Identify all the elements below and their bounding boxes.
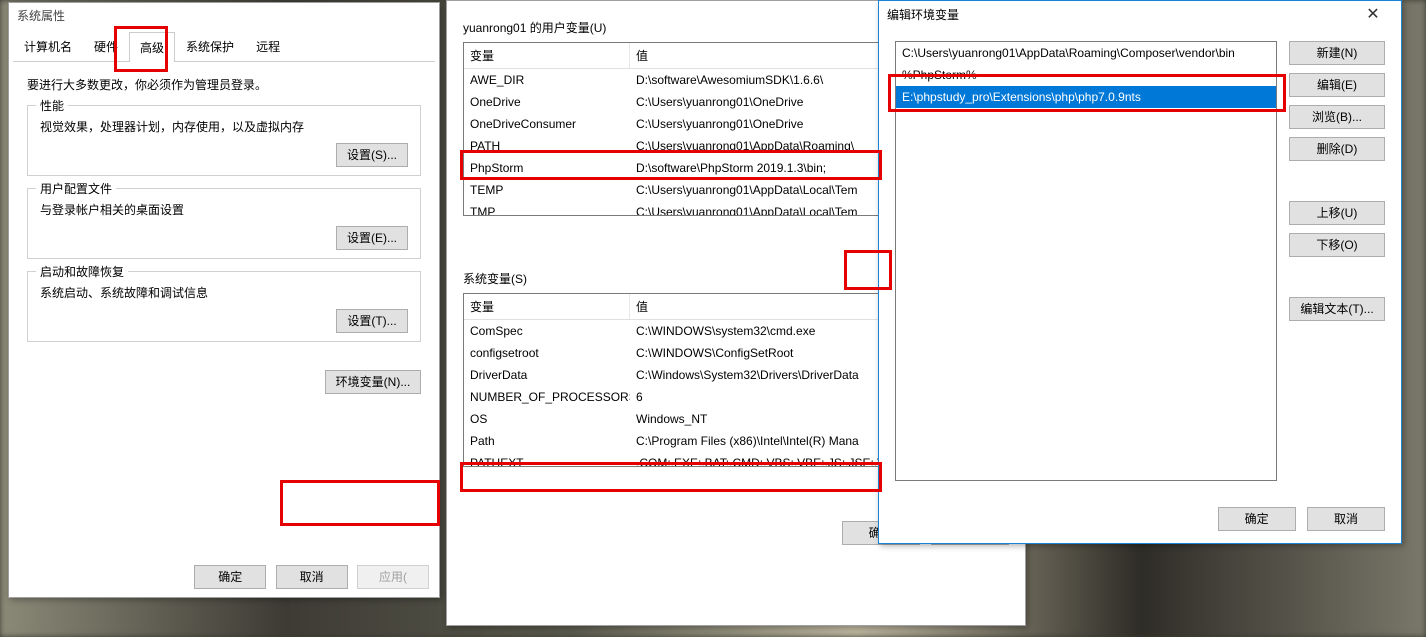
editpath-cancel-button[interactable]: 取消 bbox=[1307, 507, 1385, 531]
perf-desc: 视觉效果，处理器计划，内存使用，以及虚拟内存 bbox=[40, 118, 408, 135]
startup-group: 启动和故障恢复 系统启动、系统故障和调试信息 设置(T)... bbox=[27, 271, 421, 342]
col-variable[interactable]: 变量 bbox=[464, 43, 630, 68]
profile-group: 用户配置文件 与登录帐户相关的桌面设置 设置(E)... bbox=[27, 188, 421, 259]
var-name: OneDrive bbox=[464, 93, 630, 111]
edit-env-var-dialog: 编辑环境变量 ✕ C:\Users\yuanrong01\AppData\Roa… bbox=[878, 0, 1402, 544]
var-name: configsetroot bbox=[464, 344, 630, 362]
close-icon[interactable]: ✕ bbox=[1353, 4, 1393, 24]
edit-button[interactable]: 编辑(E) bbox=[1289, 73, 1385, 97]
sysprops-title: 系统属性 bbox=[9, 3, 439, 29]
var-name: Path bbox=[464, 432, 630, 450]
startup-title: 启动和故障恢复 bbox=[36, 263, 128, 280]
var-name: TMP bbox=[464, 203, 630, 216]
var-name: ComSpec bbox=[464, 322, 630, 340]
list-item[interactable]: %PhpStorm% bbox=[896, 64, 1276, 86]
moveup-button[interactable]: 上移(U) bbox=[1289, 201, 1385, 225]
tab-remote[interactable]: 远程 bbox=[245, 31, 291, 61]
path-entries-listbox[interactable]: C:\Users\yuanrong01\AppData\Roaming\Comp… bbox=[895, 41, 1277, 481]
var-name: OneDriveConsumer bbox=[464, 115, 630, 133]
sysprops-cancel-button[interactable]: 取消 bbox=[276, 565, 348, 589]
sysprops-ok-button[interactable]: 确定 bbox=[194, 565, 266, 589]
var-name: TEMP bbox=[464, 181, 630, 199]
edit-text-button[interactable]: 编辑文本(T)... bbox=[1289, 297, 1385, 321]
var-name: PhpStorm bbox=[464, 159, 630, 177]
list-item[interactable]: E:\phpstudy_pro\Extensions\php\php7.0.9n… bbox=[896, 86, 1276, 108]
list-item[interactable]: C:\Users\yuanrong01\AppData\Roaming\Comp… bbox=[896, 42, 1276, 64]
sysprops-tabs: 计算机名 硬件 高级 系统保护 远程 bbox=[13, 31, 435, 62]
sysprops-apply-button: 应用( bbox=[357, 565, 429, 589]
movedown-button[interactable]: 下移(O) bbox=[1289, 233, 1385, 257]
profile-settings-button[interactable]: 设置(E)... bbox=[336, 226, 408, 250]
tab-system-protection[interactable]: 系统保护 bbox=[175, 31, 245, 61]
new-button[interactable]: 新建(N) bbox=[1289, 41, 1385, 65]
profile-title: 用户配置文件 bbox=[36, 180, 116, 197]
var-name: OS bbox=[464, 410, 630, 428]
tab-hardware[interactable]: 硬件 bbox=[83, 31, 129, 61]
perf-group: 性能 视觉效果，处理器计划，内存使用，以及虚拟内存 设置(S)... bbox=[27, 105, 421, 176]
var-name: PATHEXT bbox=[464, 454, 630, 467]
perf-title: 性能 bbox=[36, 97, 68, 114]
startup-settings-button[interactable]: 设置(T)... bbox=[336, 309, 408, 333]
editpath-ok-button[interactable]: 确定 bbox=[1218, 507, 1296, 531]
var-name: NUMBER_OF_PROCESSORS bbox=[464, 388, 630, 406]
perf-settings-button[interactable]: 设置(S)... bbox=[336, 143, 408, 167]
var-name: PATH bbox=[464, 137, 630, 155]
system-properties-dialog: 系统属性 计算机名 硬件 高级 系统保护 远程 要进行大多数更改，你必须作为管理… bbox=[8, 2, 440, 598]
browse-button[interactable]: 浏览(B)... bbox=[1289, 105, 1385, 129]
admin-note: 要进行大多数更改，你必须作为管理员登录。 bbox=[27, 76, 421, 93]
profile-desc: 与登录帐户相关的桌面设置 bbox=[40, 201, 408, 218]
editpath-title: 编辑环境变量 bbox=[887, 6, 959, 23]
tab-advanced[interactable]: 高级 bbox=[129, 32, 175, 62]
var-name: DriverData bbox=[464, 366, 630, 384]
var-name: AWE_DIR bbox=[464, 71, 630, 89]
tab-computer-name[interactable]: 计算机名 bbox=[13, 31, 83, 61]
startup-desc: 系统启动、系统故障和调试信息 bbox=[40, 284, 408, 301]
col-variable[interactable]: 变量 bbox=[464, 294, 630, 319]
delete-button[interactable]: 删除(D) bbox=[1289, 137, 1385, 161]
env-variables-button[interactable]: 环境变量(N)... bbox=[325, 370, 421, 394]
